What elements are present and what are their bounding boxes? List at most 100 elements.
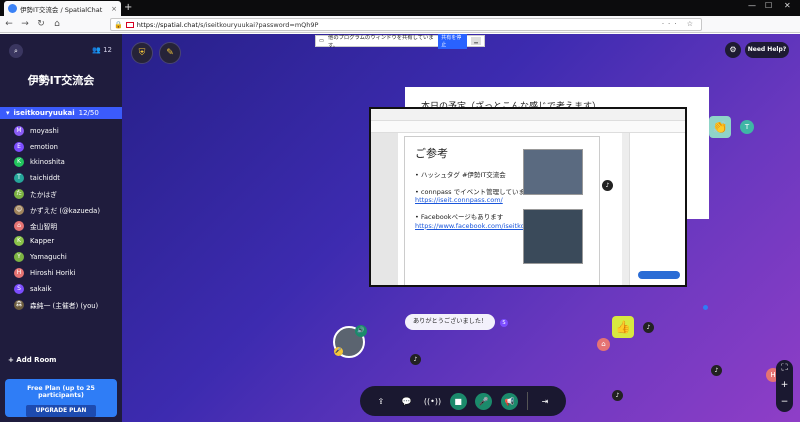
maximize-window-icon[interactable]: ☐	[765, 1, 772, 10]
new-tab-button[interactable]: +	[124, 2, 132, 13]
lock-icon: 🔒	[114, 20, 123, 29]
avatar: E	[14, 141, 24, 152]
member-row[interactable]: Mmoyashi	[0, 123, 122, 139]
hide-notice-button[interactable]: ▁	[471, 37, 481, 45]
screen-blue-button	[638, 271, 680, 279]
screen-scrollbar	[622, 133, 629, 285]
screen-tools-pane	[629, 133, 685, 285]
avatar: 森	[14, 299, 24, 310]
avatar: K	[14, 236, 24, 247]
speaker-icon: ♪	[612, 390, 623, 401]
add-room-button[interactable]: + Add Room	[8, 356, 56, 364]
avatar: T	[14, 173, 24, 184]
avatar: た	[14, 189, 24, 200]
member-row[interactable]: ⌂ 金山智明	[0, 218, 122, 234]
pen-icon[interactable]: ✎	[159, 42, 181, 64]
stop-sharing-button[interactable]: 共有を停止	[438, 34, 468, 49]
space-title: 伊勢IT交流会	[27, 74, 95, 87]
search-button[interactable]: ⌕	[9, 44, 23, 58]
gear-icon[interactable]: ⚙	[725, 42, 741, 58]
plan-card: Free Plan (up to 25 participants) UPGRAD…	[5, 379, 117, 417]
home-icon[interactable]: ⌂	[50, 19, 64, 29]
screenshot-image	[523, 149, 583, 195]
room-capacity: 12/50	[78, 109, 99, 117]
url-bar[interactable]: 🔒 https://spatial.chat/s/iseitkouryuukai…	[110, 18, 702, 31]
back-icon[interactable]: ←	[2, 19, 16, 29]
avatar: S	[14, 283, 24, 294]
zoom-controls: ⛶ + −	[776, 360, 793, 412]
member-name: Yamaguchi	[30, 253, 67, 262]
toolbar-divider	[526, 392, 528, 410]
room-header[interactable]: ▾ iseitkouryuukai 12/50	[0, 107, 122, 119]
shared-screen[interactable]: ご参考 • ハッシュタグ #伊勢IT交流会 • connpass でイベント管理…	[369, 107, 687, 287]
member-name: sakaik	[30, 284, 52, 293]
browser-tab[interactable]: 伊勢IT交流会 / SpatialChat ×	[4, 1, 121, 16]
url-actions[interactable]: ··· ☆	[662, 20, 697, 28]
microphone-button[interactable]: 🎤	[475, 392, 493, 410]
member-name: emotion	[30, 142, 58, 151]
member-name: Hiroshi Horiki	[30, 269, 76, 278]
forward-icon[interactable]: →	[18, 19, 32, 29]
member-row[interactable]: H Hiroshi Horiki	[0, 265, 122, 281]
member-row[interactable]: Kkkinoshita	[0, 155, 122, 171]
screen-thumbnails	[371, 133, 398, 285]
member-row[interactable]: 森森純一 (主催者) (you)	[0, 297, 122, 313]
screen-share-button[interactable]: ⇪	[372, 393, 389, 410]
media-controls: ⇪ 💬 ((•)) ■ 🎤 📢 ⇥	[360, 386, 566, 416]
reload-icon[interactable]: ↻	[34, 19, 48, 29]
monitor-icon: ▭	[319, 38, 325, 44]
screenshot-image	[523, 209, 583, 264]
room-name: iseitkouryuukai	[13, 109, 75, 117]
member-name: 森純一 (主催者) (you)	[30, 301, 99, 310]
member-name: たかはぎ	[30, 191, 57, 200]
avatar[interactable]: T	[740, 120, 754, 134]
speaker-icon: ♪	[410, 354, 421, 365]
member-row[interactable]: Y Yamaguchi	[0, 249, 122, 265]
sidebar: ⌕ 👥 12 伊勢IT交流会 ▾ iseitkouryuukai 12/50 M…	[0, 34, 122, 422]
screen-share-indicator-icon[interactable]	[125, 21, 134, 28]
connpass-link[interactable]: https://iseit.connpass.com/	[415, 196, 503, 204]
broadcast-button[interactable]: ((•))	[424, 393, 441, 410]
chevron-down-icon: ▾	[6, 109, 10, 117]
close-window-icon[interactable]: ✕	[784, 1, 791, 10]
avatar: H	[14, 268, 24, 279]
avatar: ⌂	[14, 220, 24, 231]
spatial-stage[interactable]: ⛨ ✎ ▭ 他のプログラムのウィンドウを共有しています。 共有を停止 ▁ ⚙ N…	[122, 34, 800, 422]
chat-button[interactable]: 💬	[398, 393, 415, 410]
fit-screen-icon[interactable]: ⛶	[776, 360, 793, 377]
member-name: kkinoshita	[30, 158, 65, 167]
member-name: Kapper	[30, 237, 55, 246]
spatialchat-favicon-icon	[8, 4, 17, 13]
member-row[interactable]: Ttaichiddt	[0, 170, 122, 186]
zoom-out-button[interactable]: −	[776, 394, 793, 411]
need-help-button[interactable]: Need Help?	[745, 42, 789, 58]
screen-titlebar	[371, 109, 685, 121]
bubble-badge: S	[500, 319, 508, 327]
chat-bubble: ありがとうございました！	[405, 314, 496, 330]
share-notice-text: 他のプログラムのウィンドウを共有しています。	[328, 35, 434, 49]
avatar: K	[14, 157, 24, 168]
url-text: https://spatial.chat/s/iseitkouryuukai?p…	[136, 20, 319, 29]
camera-button[interactable]: ■	[449, 392, 467, 410]
leave-button[interactable]: ⇥	[537, 393, 554, 410]
screen-page: ご参考 • ハッシュタグ #伊勢IT交流会 • connpass でイベント管理…	[404, 136, 600, 285]
minimize-window-icon[interactable]: —	[748, 1, 756, 10]
tab-title: 伊勢IT交流会 / SpatialChat	[20, 5, 103, 14]
member-list: Mmoyashi Eemotion Kkkinoshita Ttaichiddt たたか…	[0, 123, 122, 313]
member-row[interactable]: K Kapper	[0, 234, 122, 250]
upgrade-plan-button[interactable]: UPGRADE PLAN	[25, 405, 97, 417]
zoom-in-button[interactable]: +	[776, 377, 793, 394]
participant-count: 👥 12	[92, 46, 112, 54]
member-row[interactable]: Ssakaik	[0, 281, 122, 297]
thumbs-up-reaction-icon: 👍	[612, 316, 634, 338]
screen-share-notice: ▭ 他のプログラムのウィンドウを共有しています。 共有を停止 ▁	[315, 34, 485, 49]
member-row[interactable]: ☺ かずえだ (@kazueda)	[0, 202, 122, 218]
member-row[interactable]: たたかはぎ	[0, 186, 122, 202]
close-tab-icon[interactable]: ×	[111, 5, 117, 13]
member-row[interactable]: Eemotion	[0, 139, 122, 155]
avatar[interactable]: ⌂	[597, 338, 610, 351]
speaker-icon: ♪	[643, 322, 654, 333]
megaphone-button[interactable]: 📢	[501, 392, 519, 410]
member-name: taichiddt	[30, 174, 60, 183]
shield-icon[interactable]: ⛨	[131, 42, 153, 64]
